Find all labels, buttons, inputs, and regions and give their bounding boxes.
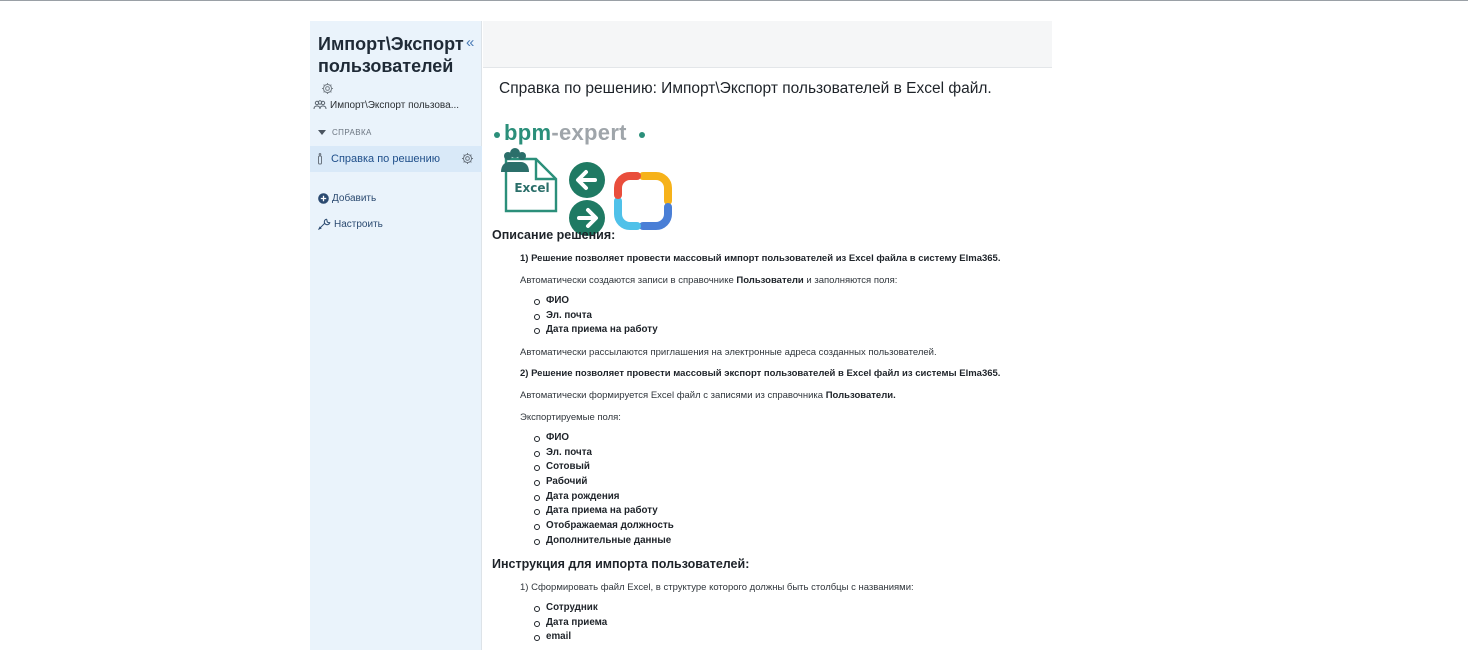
section-heading-description: Описание решения: — [492, 228, 616, 242]
add-label: Добавить — [332, 193, 377, 204]
collapse-sidebar-icon[interactable]: « — [466, 35, 480, 50]
paragraph: 2) Решение позволяет провести массовый э… — [520, 368, 1001, 379]
list-item: Сотовый — [534, 460, 674, 475]
sidebar-item-solution-help[interactable]: Справка по решению — [310, 146, 482, 172]
export-fields-list: ФИО Эл. почта Сотовый Рабочий Дата рожде… — [534, 431, 674, 549]
wrench-icon — [318, 218, 331, 230]
excel-columns-list: Сотрудник Дата приема email — [534, 601, 607, 645]
configure-button[interactable]: Настроить — [318, 218, 383, 230]
plus-circle-icon — [318, 193, 329, 204]
caret-down-icon — [318, 130, 326, 135]
app-title-line2: пользователей — [318, 56, 454, 76]
solution-logo: bpm-expert Excel — [493, 120, 693, 236]
add-button[interactable]: Добавить — [318, 193, 376, 204]
section-header-spravka[interactable]: СПРАВКА — [318, 128, 372, 137]
list-item: Дата приема на работу — [534, 504, 674, 519]
configure-label: Настроить — [334, 218, 383, 230]
page-title: Справка по решению: Импорт\Экспорт польз… — [499, 80, 992, 97]
app-title: Импорт\Экспорт пользователей — [318, 33, 464, 99]
import-fields-list: ФИО Эл. почта Дата приема на работу — [534, 294, 658, 338]
sidebar-item-import-export[interactable]: Импорт\Экспорт пользова... — [313, 97, 479, 113]
list-item: Отображаемая должность — [534, 519, 674, 534]
window-top-border — [0, 0, 1468, 1]
list-item: email — [534, 630, 607, 645]
info-icon — [318, 153, 322, 165]
main-header — [483, 21, 1052, 68]
list-item: Рабочий — [534, 475, 674, 490]
section-label: СПРАВКА — [332, 128, 372, 137]
elma-logo-icon — [614, 172, 672, 230]
list-item: Дата приема — [534, 616, 607, 631]
paragraph: Автоматически рассылаются приглашения на… — [520, 347, 937, 358]
svg-text:Excel: Excel — [514, 181, 549, 195]
paragraph: Экспортируемые поля: — [520, 412, 621, 423]
app-title-line1: Импорт\Экспорт — [318, 34, 464, 54]
list-item: Эл. почта — [534, 446, 674, 461]
list-item: Дополнительные данные — [534, 534, 674, 549]
list-item: Эл. почта — [534, 309, 658, 324]
gear-icon[interactable] — [461, 152, 474, 165]
paragraph: 1) Решение позволяет провести массовый и… — [520, 253, 1001, 264]
logo-dot — [639, 132, 645, 138]
sidebar-item-label: Импорт\Экспорт пользова... — [330, 99, 460, 111]
paragraph: Автоматически создаются записи в справоч… — [520, 275, 898, 286]
logo-dot — [494, 132, 500, 138]
gear-icon[interactable] — [321, 82, 334, 95]
list-item: ФИО — [534, 431, 674, 446]
list-item: Сотрудник — [534, 601, 607, 616]
excel-users-icon: Excel — [501, 148, 558, 213]
import-export-arrows-icon — [569, 162, 605, 236]
users-icon — [313, 100, 327, 110]
section-heading-import-instruction: Инструкция для импорта пользователей: — [492, 557, 750, 571]
paragraph: 1) Сформировать файл Excel, в структуре … — [520, 582, 914, 593]
brand-logo-text: bpm-expert — [504, 120, 627, 145]
app-window: Импорт\Экспорт пользователей « Импорт\Эк… — [310, 21, 1052, 650]
sidebar: Импорт\Экспорт пользователей « Импорт\Эк… — [310, 21, 482, 650]
paragraph: Автоматически формируется Excel файл с з… — [520, 390, 896, 401]
list-item: Дата приема на работу — [534, 323, 658, 338]
sidebar-item-label: Справка по решению — [331, 153, 440, 165]
main-content: Справка по решению: Импорт\Экспорт польз… — [483, 21, 1052, 650]
list-item: ФИО — [534, 294, 658, 309]
list-item: Дата рождения — [534, 490, 674, 505]
